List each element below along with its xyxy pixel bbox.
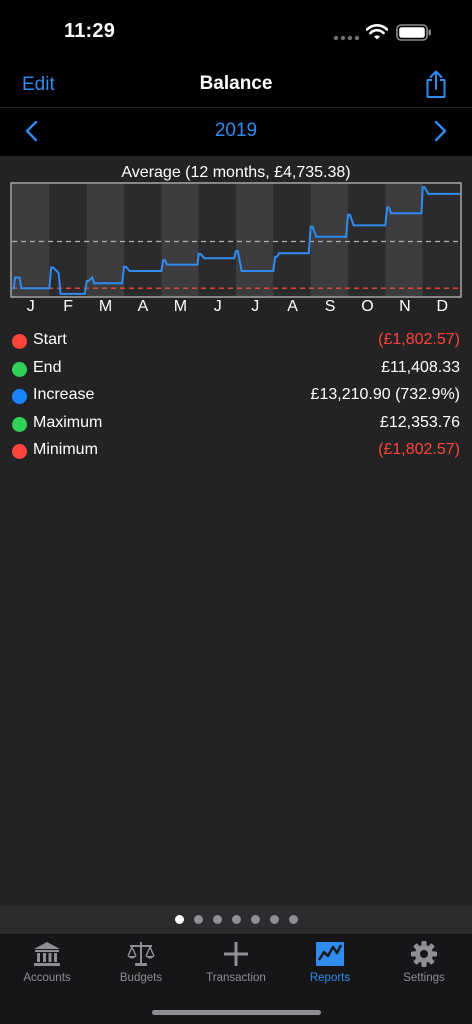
month-tick-label: S <box>324 298 336 315</box>
stat-value: £12,353.76 <box>379 413 460 431</box>
month-axis: JFMAMJJASOND <box>12 298 461 318</box>
tab-transaction[interactable]: Transaction <box>189 934 283 994</box>
stat-label: Start <box>33 331 67 348</box>
battery-icon <box>396 24 431 41</box>
year-selector: 2019 <box>0 108 472 156</box>
status-dot-icon <box>12 361 27 377</box>
stat-value: (£1,802.57) <box>378 331 460 348</box>
month-band <box>198 184 236 296</box>
stat-row-end: End £11,408.33 <box>0 356 472 384</box>
status-dot-icon <box>12 444 27 459</box>
tab-label: Reports <box>309 972 351 984</box>
month-tick-label: A <box>287 298 298 315</box>
month-tick-label: O <box>361 298 374 315</box>
month-band <box>422 184 460 296</box>
tab-label: Accounts <box>23 972 71 984</box>
stat-label: Minimum <box>33 441 98 458</box>
stat-label: Maximum <box>33 413 103 431</box>
status-dot-icon <box>12 389 27 404</box>
month-tick-label: J <box>213 298 222 315</box>
page-dot[interactable] <box>193 915 203 924</box>
tab-label: Settings <box>403 972 445 984</box>
month-tick-label: J <box>26 298 35 315</box>
month-tick-label: M <box>98 298 113 315</box>
next-year-button[interactable] <box>432 120 448 142</box>
balance-chart[interactable] <box>10 182 462 298</box>
tab-budgets[interactable]: Budgets <box>94 934 188 994</box>
month-tick-label: A <box>137 298 149 315</box>
page-dot[interactable] <box>231 915 241 924</box>
stat-value: (£1,802.57) <box>378 441 460 458</box>
page-dot[interactable] <box>174 915 184 924</box>
status-bar: 11:29 <box>0 0 472 64</box>
report-content: Average (12 months, £4,735.38) JFMAMJJAS… <box>0 156 472 906</box>
tab-reports[interactable]: Reports <box>283 934 377 994</box>
status-dot-icon <box>12 416 27 432</box>
page-dot[interactable] <box>212 915 222 924</box>
share-icon[interactable] <box>424 70 448 100</box>
stat-row-increase: Increase £13,210.90 (732.9%) <box>0 383 472 411</box>
stat-row-maximum: Maximum £12,353.76 <box>0 411 472 439</box>
tab-settings[interactable]: Settings <box>377 934 471 994</box>
scales-icon <box>127 942 155 966</box>
month-band <box>161 184 199 296</box>
page-dot[interactable] <box>269 915 279 924</box>
month-band <box>49 184 87 296</box>
navigation-bar: Edit Balance <box>0 64 472 108</box>
stat-row-start: Start (£1,802.57) <box>0 328 472 356</box>
bank-icon <box>34 942 60 966</box>
page-indicator[interactable] <box>0 906 472 933</box>
stat-label: End <box>33 358 62 376</box>
month-tick-label: F <box>63 298 74 315</box>
home-indicator <box>152 1010 321 1015</box>
stat-label: Increase <box>33 386 95 403</box>
tab-accounts[interactable]: Accounts <box>0 934 94 994</box>
page-title: Balance <box>199 73 273 94</box>
stat-row-minimum: Minimum (£1,802.57) <box>0 438 472 466</box>
month-band <box>348 184 386 296</box>
month-band <box>385 184 423 296</box>
cellular-signal-icon <box>333 35 359 41</box>
status-time: 11:29 <box>64 20 116 42</box>
plus-icon <box>224 942 248 966</box>
stat-value: £11,408.33 <box>381 358 460 376</box>
page-dot[interactable] <box>288 915 298 924</box>
gear-icon <box>411 941 437 967</box>
stats-list: Start (£1,802.57) End £11,408.33 Increase £13… <box>0 328 472 466</box>
page-dot[interactable] <box>250 915 260 924</box>
year-label[interactable]: 2019 <box>0 120 472 142</box>
tab-label: Transaction <box>206 972 266 984</box>
month-tick-label: M <box>173 298 188 315</box>
month-band <box>273 184 311 296</box>
chart-title: Average (12 months, £4,735.38) <box>121 164 351 181</box>
wifi-icon <box>366 24 388 40</box>
month-tick-label: D <box>436 298 449 315</box>
month-band <box>310 184 348 296</box>
tab-label: Budgets <box>119 972 163 984</box>
stat-value: £13,210.90 (732.9%) <box>310 386 460 403</box>
month-band <box>236 184 274 296</box>
month-band <box>124 184 162 296</box>
month-tick-label: N <box>399 298 411 315</box>
status-dot-icon <box>12 334 27 349</box>
chart-icon <box>316 942 344 966</box>
month-band <box>12 184 50 296</box>
month-tick-label: J <box>251 298 260 315</box>
